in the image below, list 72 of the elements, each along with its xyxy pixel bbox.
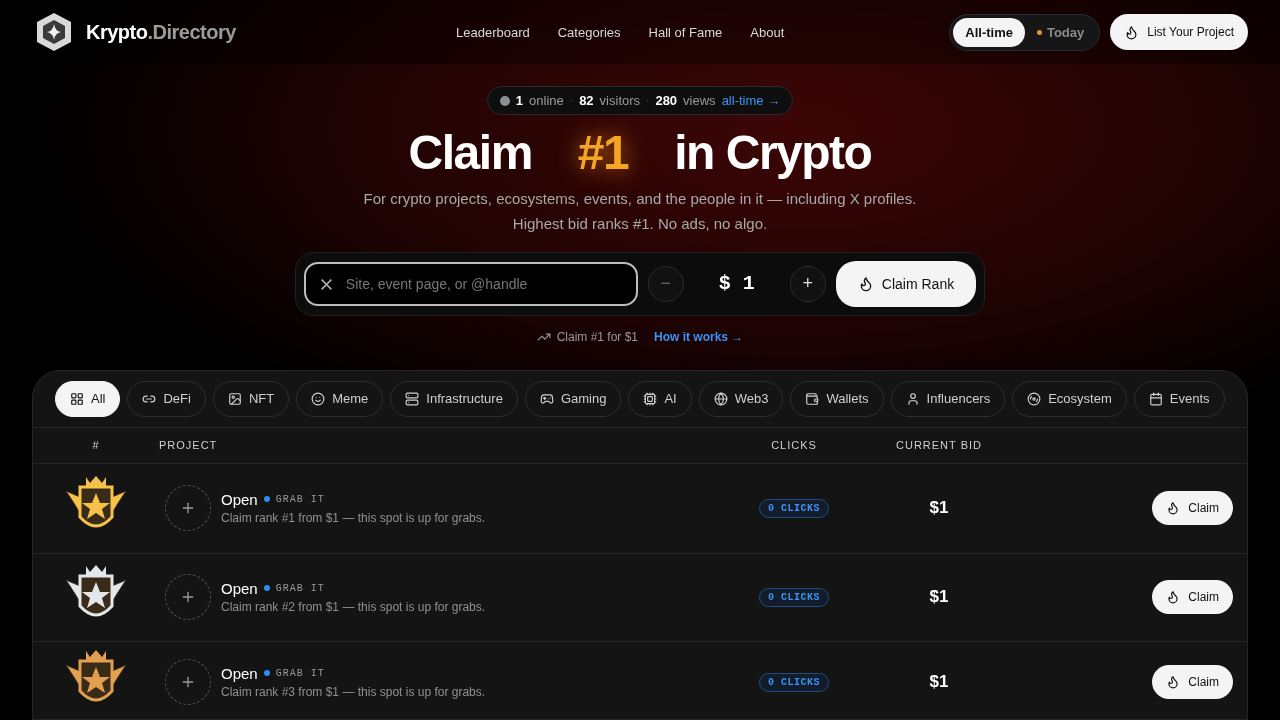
flame-icon — [1166, 501, 1181, 516]
range-option[interactable]: Today — [1024, 17, 1097, 47]
nav-link[interactable]: About — [750, 24, 785, 40]
status-dot — [263, 496, 270, 503]
separator-dot: · — [646, 95, 650, 106]
project-name: Open — [221, 490, 258, 508]
status-dot — [1036, 29, 1042, 35]
claim-rank-button[interactable]: Claim Rank — [835, 260, 977, 307]
stat-label: visitors — [599, 93, 641, 108]
subtitle: Highest bid ranks #1. No ads, no algo. — [512, 214, 768, 232]
project-tag: GRAB IT — [275, 582, 325, 594]
stat-label: online — [529, 93, 564, 108]
separator-dot: · — [569, 95, 574, 106]
online-count: 1 — [515, 93, 524, 108]
brand-name[interactable]: Krypto.Directory — [86, 20, 236, 44]
project-tag: GRAB IT — [275, 667, 325, 679]
nav-link[interactable]: Hall of Fame — [648, 24, 723, 40]
project-description: Claim rank #2 from $1 — this spot is up for grabs. — [221, 599, 486, 614]
clicks-badge: 0 CLICKS — [759, 672, 829, 692]
category-icon — [905, 391, 920, 406]
status-dot — [263, 670, 270, 677]
bid-amount: $ 1 — [717, 272, 756, 296]
flame-icon — [1166, 590, 1181, 605]
category-icon — [1027, 391, 1042, 406]
visitor-count: 82 — [579, 93, 594, 108]
category-icon — [1148, 391, 1163, 406]
increase-button[interactable]: + — [789, 265, 826, 302]
x-logo-icon — [319, 277, 333, 291]
category-icon — [70, 391, 84, 406]
headline-text: in Crypto — [674, 127, 872, 180]
headline-highlight: #1 — [577, 127, 629, 180]
column-header: CURRENT BID — [895, 439, 983, 452]
nav-link[interactable]: Leaderboard — [456, 24, 530, 40]
url-input-field[interactable]: Site, event page, or @handle — [303, 261, 638, 306]
category-icon — [539, 391, 554, 406]
hint-text: Claim #1 for $1 — [556, 329, 638, 344]
bid-value: $1 — [928, 498, 950, 519]
category-icon — [805, 391, 820, 406]
flame-icon — [1166, 675, 1181, 690]
project-name: Open — [221, 664, 258, 682]
claim-button[interactable]: Claim — [1152, 491, 1233, 526]
category-icon — [311, 391, 326, 406]
category-icon — [643, 391, 658, 406]
clicks-badge: 0 CLICKS — [759, 587, 829, 607]
project-description: Claim rank #3 from $1 — this spot is up for grabs. — [221, 684, 486, 699]
column-header: # — [91, 439, 101, 452]
category-icon — [713, 391, 728, 406]
range-option[interactable]: All-time — [953, 17, 1025, 47]
logo-icon — [36, 12, 72, 52]
column-header: CLICKS — [770, 439, 818, 452]
column-header: PROJECT — [159, 439, 219, 452]
claim-button[interactable]: Claim — [1152, 580, 1233, 615]
subtitle: For crypto projects, ecosystems, events, and the people in it — including X profiles. — [363, 189, 917, 207]
nav-link[interactable]: Categories — [557, 24, 621, 40]
headline-text: Claim — [408, 127, 532, 180]
project-name: Open — [221, 579, 258, 597]
view-count: 280 — [655, 93, 678, 108]
status-dot — [263, 585, 270, 592]
list-project-button[interactable]: List Your Project — [1110, 14, 1248, 50]
bid-value: $1 — [928, 587, 950, 608]
claim-button[interactable]: Claim — [1152, 665, 1233, 700]
clicks-badge: 0 CLICKS — [759, 498, 829, 518]
project-tag: GRAB IT — [275, 493, 325, 505]
category-icon — [227, 391, 242, 406]
stat-label: views — [683, 93, 716, 108]
category-tab[interactable]: All — [55, 380, 121, 417]
online-dot-icon — [499, 95, 510, 106]
how-it-works-link[interactable]: How it works → — [654, 329, 744, 344]
all-time-link[interactable]: all-time → — [721, 93, 781, 108]
bid-value: $1 — [928, 672, 950, 693]
project-description: Claim rank #1 from $1 — this spot is up for grabs. — [221, 510, 486, 525]
category-icon — [405, 391, 420, 406]
